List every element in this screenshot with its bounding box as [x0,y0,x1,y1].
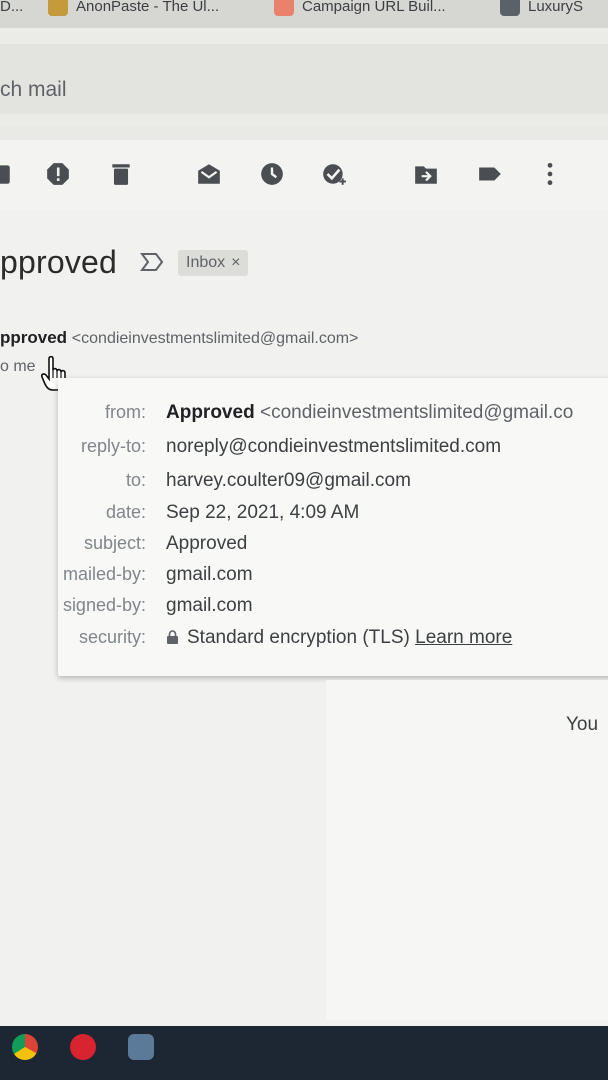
learn-more-link[interactable]: Learn more [415,627,512,648]
details-row-signed-by: signed-by: gmail.com [58,595,253,617]
bookmark-label: Campaign URL Buil... [302,0,446,15]
security-text: Standard encryption (TLS) [187,627,410,648]
details-value: Approved [166,533,248,554]
opera-icon[interactable] [70,1034,96,1060]
message-toolbar [0,140,608,210]
recipient-summary[interactable]: o me [0,358,36,376]
message-body-snippet: You [566,714,599,735]
app-icon[interactable] [128,1034,154,1060]
add-task-icon[interactable] [320,160,348,188]
bookmark-label: D... [0,0,24,15]
chrome-icon[interactable] [12,1034,38,1060]
details-label: mailed-by: [62,564,146,584]
details-row-security: security: Standard encryption (TLS) Lear… [58,627,512,649]
from-email: <condieinvestmentslimited@gmail.co [259,402,574,423]
details-value: noreply@condieinvestmentslimited.com [166,436,502,457]
details-label: security: [78,627,146,647]
report-spam-icon[interactable] [44,160,72,188]
labels-icon[interactable] [476,160,504,188]
sender-email: <condieinvestmentslimited@gmail.com> [71,330,359,347]
bookmarks-bar: D... AnonPaste - The Ul... Campaign URL … [0,0,608,28]
inbox-label: Inbox [186,254,226,271]
details-row-subject: subject: Approved [58,533,247,555]
bookmark-item[interactable]: D... [0,0,23,16]
details-value: Standard encryption (TLS) Learn more [166,627,512,649]
inbox-label-chip[interactable]: Inbox × [178,250,249,276]
more-icon[interactable] [536,160,564,188]
details-value: Sep 22, 2021, 4:09 AM [166,502,360,523]
delete-icon[interactable] [107,160,135,188]
details-value: Approved <condieinvestmentslimited@gmail… [166,402,573,424]
details-row-to: to: harvey.coulter09@gmail.com [58,470,411,492]
sender-line: pproved <condieinvestmentslimited@gmail.… [0,328,358,348]
bookmark-label: AnonPaste - The Ul... [76,0,220,15]
details-label: date: [105,502,146,522]
important-marker-icon[interactable] [140,252,164,272]
details-row-reply-to: reply-to: noreply@condieinvestmentslimit… [58,436,501,458]
details-value: harvey.coulter09@gmail.com [166,470,411,491]
details-row-mailed-by: mailed-by: gmail.com [58,564,253,586]
sender-name: pproved [0,328,68,347]
message-subject: pproved [0,244,118,280]
details-label: subject: [83,533,146,553]
details-label: from: [104,402,146,422]
campaign-icon [274,0,294,16]
bookmark-luxury[interactable]: LuxuryS [500,0,583,16]
remove-label-button[interactable]: × [231,254,240,272]
search-input[interactable] [0,44,608,114]
details-value: gmail.com [166,564,253,585]
snooze-icon[interactable] [258,160,286,188]
search-placeholder: ch mail [0,78,67,101]
details-label: signed-by: [62,595,146,615]
details-row-date: date: Sep 22, 2021, 4:09 AM [58,502,359,524]
details-value: gmail.com [166,595,253,616]
luxury-icon [500,0,520,16]
details-row-from: from: Approved <condieinvestmentslimited… [58,402,573,424]
from-name: Approved [166,402,255,423]
bookmark-campaign[interactable]: Campaign URL Buil... [274,0,446,16]
lock-icon [167,630,178,644]
anonpaste-icon [48,0,68,16]
details-label: reply-to: [80,436,146,456]
message-details-popup: from: Approved <condieinvestmentslimited… [58,378,608,676]
mark-unread-icon[interactable] [195,160,223,188]
bookmark-label: LuxuryS [528,0,584,15]
move-to-icon[interactable] [412,160,440,188]
details-label: to: [125,470,146,490]
bookmark-anonpaste[interactable]: AnonPaste - The Ul... [48,0,219,16]
archive-icon[interactable] [0,160,14,188]
